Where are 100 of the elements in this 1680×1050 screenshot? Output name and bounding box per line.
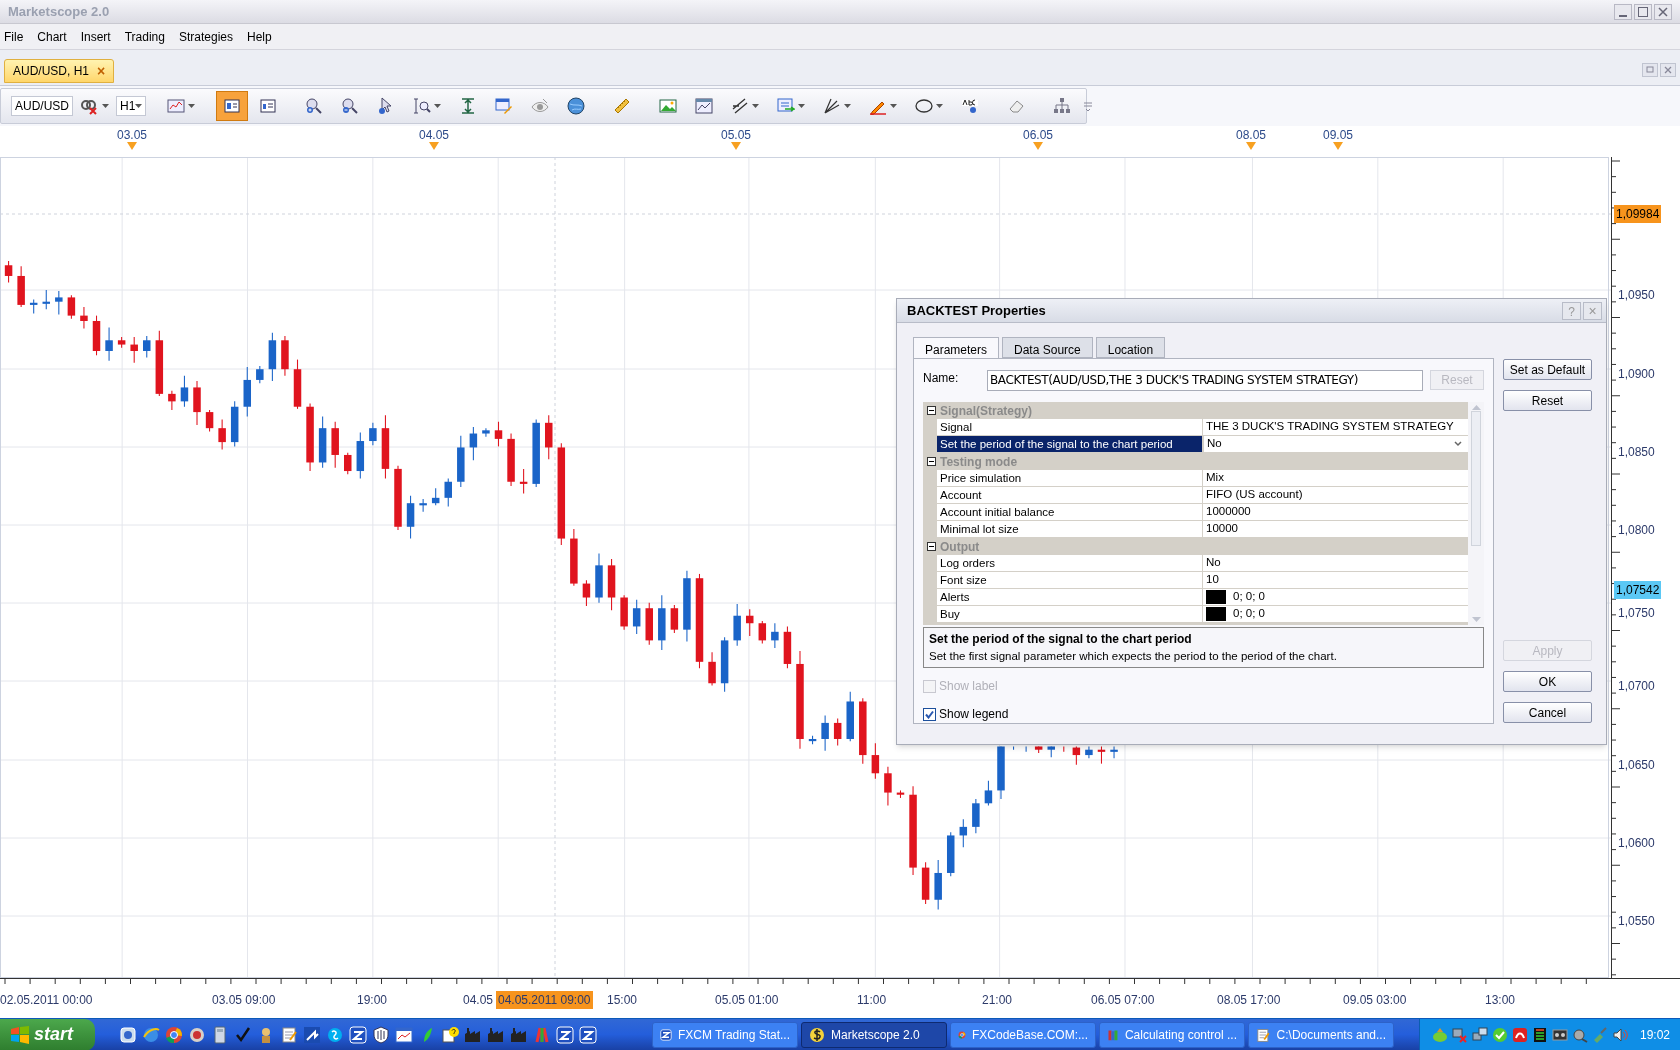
candle: [1097, 745, 1106, 765]
property-name[interactable]: Font size: [937, 572, 1203, 588]
eye-icon: [531, 97, 550, 115]
z-logo-icon: [660, 1026, 672, 1043]
dialog-title: BACKTEST Properties: [907, 301, 1046, 320]
property-name[interactable]: Buy: [937, 606, 1203, 622]
field-label: Name:: [923, 370, 960, 387]
color-swatch[interactable]: [1206, 590, 1226, 604]
picture-icon: [659, 97, 678, 115]
property-name[interactable]: Price simulation: [937, 470, 1203, 486]
description-text: Set the first signal parameter which expects the period to the period of the chart.: [929, 649, 1338, 664]
menu-item[interactable]: Chart: [37, 27, 67, 46]
property-name[interactable]: Minimal lot size: [937, 521, 1203, 537]
quick-launch-button[interactable]: [326, 1025, 344, 1044]
quick-launch-button[interactable]: [395, 1025, 413, 1044]
notepad-icon: [280, 1025, 298, 1044]
dialog-button[interactable]: Cancel: [1503, 702, 1592, 723]
price-label: 1,0550: [1618, 913, 1655, 930]
date-marker-icon: [1333, 142, 1343, 150]
date-marker-icon: [429, 142, 439, 150]
taskbar-button[interactable]: Calculating control ...: [1099, 1021, 1245, 1048]
scrollbar-thumb[interactable]: [1471, 411, 1481, 546]
property-name[interactable]: Signal: [937, 419, 1203, 435]
close-chart-button[interactable]: [1660, 63, 1676, 77]
taskbar-button[interactable]: FXCM Trading Stat...: [652, 1021, 798, 1048]
menu-item[interactable]: Strategies: [178, 27, 233, 46]
dialog-button[interactable]: Set as Default: [1503, 359, 1592, 380]
chart-window-icon: [167, 97, 186, 115]
quick-launch-button[interactable]: [280, 1025, 298, 1044]
minus-box-icon: [926, 457, 936, 466]
dialog-tab[interactable]: Location: [1095, 337, 1166, 358]
globe-icon: [567, 97, 586, 115]
pencils-icon: [533, 1025, 551, 1044]
start-button[interactable]: start: [0, 1018, 95, 1050]
property-value: No: [1206, 555, 1221, 571]
price-label: 1,0800: [1618, 522, 1655, 539]
factory-icon: [487, 1025, 505, 1044]
dialog-tab[interactable]: Data Source: [1002, 337, 1093, 358]
scroll-down-icon: [1471, 617, 1481, 622]
candle: [947, 831, 955, 877]
dialog-button[interactable]: OK: [1503, 671, 1592, 692]
zoom-in-icon: [305, 97, 324, 115]
taskbar-button[interactable]: C:\Documents and...: [1248, 1021, 1394, 1048]
factory-icon: [510, 1025, 528, 1044]
price-label: 1,0600: [1618, 835, 1655, 852]
candle: [934, 859, 942, 910]
symbol-dropdown[interactable]: AUD/USD: [11, 96, 73, 116]
name-field[interactable]: BACKTEST(AUD/USD,THE 3 DUCK'S TRADING SYSTEM STRATEGY): [987, 369, 1423, 391]
close-button[interactable]: [1654, 3, 1672, 20]
toolbar-button[interactable]: [216, 91, 249, 121]
category-label: Testing mode: [940, 453, 1018, 471]
quick-launch-button[interactable]: [372, 1025, 390, 1044]
taskbar-button[interactable]: Marketscope 2.0: [801, 1021, 947, 1048]
overflow-icon: [1084, 101, 1093, 111]
date-label: 09.05: [1323, 127, 1353, 144]
dialog-tab[interactable]: Parameters: [913, 337, 1000, 359]
zoom-area-icon: [413, 97, 432, 115]
film-icon: [1551, 1026, 1568, 1043]
quick-launch-button[interactable]: [211, 1025, 229, 1044]
checkbox[interactable]: [923, 707, 936, 721]
calculator-icon: [211, 1025, 229, 1044]
time-label: 09.05 03:00: [1343, 992, 1407, 1009]
window-chart-icon: [395, 1025, 413, 1044]
color-swatch[interactable]: [1206, 607, 1226, 621]
maximize-button[interactable]: [1634, 3, 1652, 20]
menu-item[interactable]: Help: [247, 27, 272, 46]
property-name[interactable]: Account initial balance: [937, 504, 1203, 520]
chart-tab[interactable]: AUD/USD, H1 ×: [4, 59, 115, 83]
property-name[interactable]: Account: [937, 487, 1203, 503]
dialog-button[interactable]: Reset: [1503, 390, 1592, 411]
price-marker: 1,09984: [1614, 205, 1662, 223]
scrollbar[interactable]: [1468, 402, 1484, 625]
quick-launch-button[interactable]: [142, 1025, 160, 1044]
date-label: 05.05: [721, 127, 751, 144]
timeframe-dropdown[interactable]: H1: [116, 96, 147, 116]
zoom-out-icon: [341, 97, 360, 115]
property-name[interactable]: Alerts: [937, 589, 1203, 605]
time-label: 03.05 09:00: [212, 992, 276, 1009]
menu-item[interactable]: Insert: [80, 27, 111, 46]
menu-item[interactable]: Trading: [124, 27, 165, 46]
restore-icon: [1646, 66, 1654, 74]
quick-launch-button[interactable]: [165, 1025, 183, 1044]
price-label: 1,0700: [1618, 678, 1655, 695]
close-icon: [1658, 6, 1668, 17]
property-name[interactable]: Log orders: [937, 555, 1203, 571]
quick-launch-button[interactable]: [119, 1025, 137, 1044]
menu-item[interactable]: File: [4, 27, 24, 46]
quick-launch-button[interactable]: [188, 1025, 206, 1044]
windows-logo-icon: [10, 1025, 30, 1044]
minimize-button[interactable]: [1614, 3, 1632, 20]
property-value: 0; 0; 0: [1233, 606, 1265, 622]
quick-launch-button[interactable]: [441, 1025, 459, 1044]
property-name[interactable]: Set the period of the signal to the chart period: [937, 436, 1203, 452]
checkbox-label[interactable]: Show legend: [939, 705, 1009, 723]
caret-icon: [135, 104, 143, 108]
price-label: 1,0750: [1618, 605, 1655, 622]
taskbar-button[interactable]: FXCodeBase.COM:...: [950, 1021, 1096, 1048]
date-marker-icon: [127, 142, 137, 150]
date-marker-icon: [1246, 142, 1256, 150]
panel-icon: [259, 97, 278, 115]
